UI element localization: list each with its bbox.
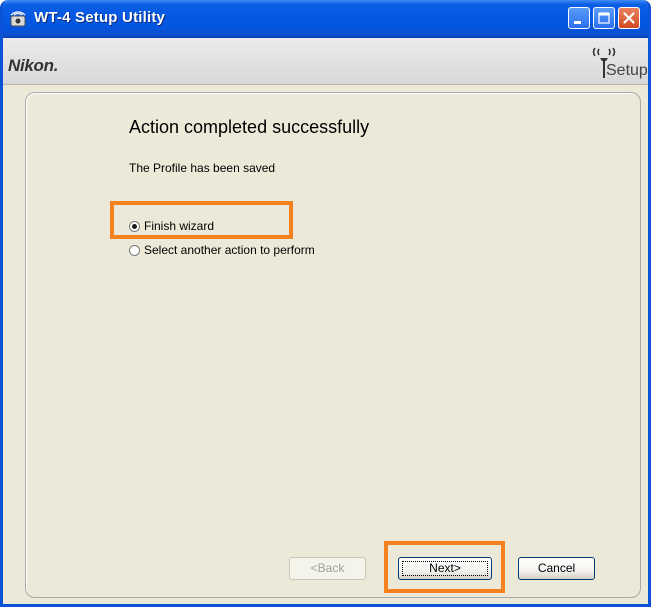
- wifi-camera-icon: [8, 10, 28, 28]
- setup-logo-text: Setup: [606, 62, 648, 79]
- close-icon: [623, 12, 635, 24]
- minimize-icon: [574, 21, 581, 24]
- option-select-another-action[interactable]: Select another action to perform: [129, 242, 315, 258]
- maximize-button[interactable]: [593, 7, 615, 29]
- setup-window: WT-4 Setup Utility Nikon. Setup Action c…: [0, 0, 651, 607]
- cancel-button[interactable]: Cancel: [518, 557, 595, 580]
- back-button[interactable]: <Back: [289, 557, 366, 580]
- wizard-panel: Action completed successfully The Profil…: [25, 92, 641, 598]
- setup-logo: Setup: [589, 44, 648, 84]
- minimize-button[interactable]: [568, 7, 590, 29]
- option-label: Select another action to perform: [144, 243, 315, 257]
- radio-select-another-action[interactable]: [129, 244, 140, 256]
- page-title: Action completed successfully: [129, 117, 370, 137]
- app-header: Nikon. Setup: [3, 38, 648, 85]
- close-button[interactable]: [618, 7, 640, 29]
- window-title: WT-4 Setup Utility: [34, 9, 166, 26]
- nikon-logo: Nikon.: [8, 56, 59, 75]
- maximize-icon: [598, 12, 610, 24]
- title-bar[interactable]: WT-4 Setup Utility: [3, 0, 648, 38]
- highlight-finish-wizard: [110, 201, 293, 239]
- status-message: The Profile has been saved: [129, 161, 276, 175]
- highlight-next-button: [384, 541, 505, 593]
